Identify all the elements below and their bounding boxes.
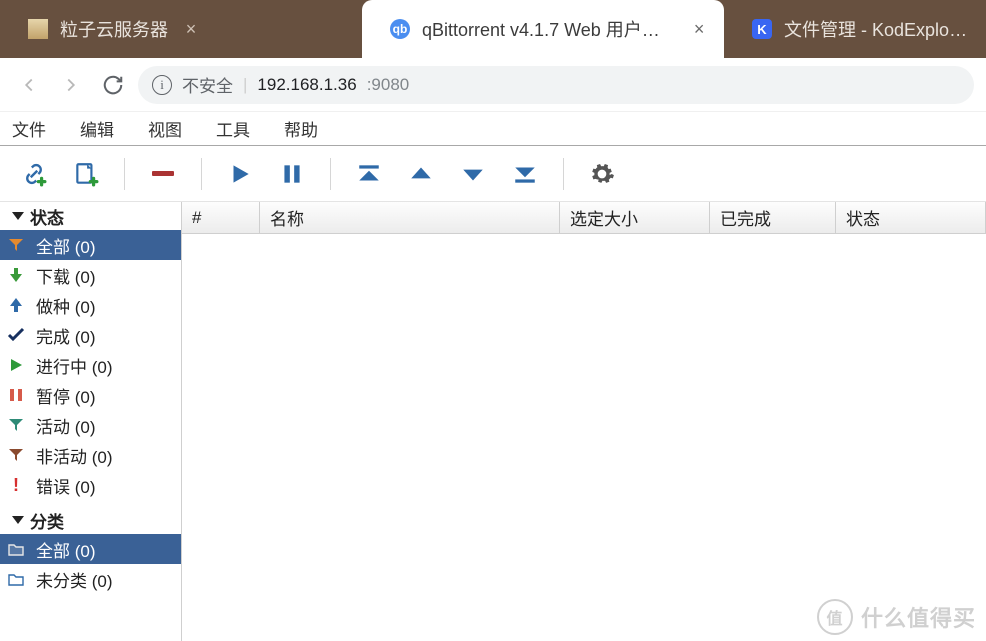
sidebar: 状态 全部 (0) 下载 (0) 做种 (0) 完成 (0) 进行中 (0) [0, 202, 182, 641]
add-torrent-button[interactable] [60, 154, 112, 194]
browser-tab-strip: 粒子云服务器 × qb qBittorrent v4.1.7 Web 用户界面 … [0, 0, 986, 58]
arrow-down-icon [6, 267, 26, 283]
filter-active-running[interactable]: 进行中 (0) [0, 350, 181, 380]
section-label: 分类 [30, 508, 64, 533]
table-body-empty [182, 234, 986, 641]
funnel-icon [6, 447, 26, 463]
browser-tab[interactable]: K 文件管理 - KodExplorer - [724, 0, 986, 58]
sidebar-section-category[interactable]: 分类 [0, 506, 181, 534]
category-uncategorized[interactable]: 未分类 (0) [0, 564, 181, 594]
separator: | [243, 75, 247, 95]
chevron-down-icon [12, 516, 24, 524]
watermark-icon: 值 [817, 599, 853, 635]
reload-button[interactable] [96, 68, 130, 102]
category-all[interactable]: 全部 (0) [0, 534, 181, 564]
torrent-table: # 名称 选定大小 已完成 状态 [182, 202, 986, 641]
filter-paused[interactable]: 暂停 (0) [0, 380, 181, 410]
col-done[interactable]: 已完成 [710, 202, 836, 233]
pause-button[interactable] [266, 154, 318, 194]
toolbar-separator [330, 158, 331, 190]
col-status[interactable]: 状态 [836, 202, 986, 233]
browser-toolbar: i 不安全 | 192.168.1.36 :9080 [0, 58, 986, 112]
book-icon [28, 19, 48, 39]
add-link-button[interactable] [8, 154, 60, 194]
forward-button[interactable] [54, 68, 88, 102]
menu-help[interactable]: 帮助 [284, 116, 318, 141]
qbittorrent-icon: qb [390, 19, 410, 39]
funnel-icon [6, 417, 26, 433]
queue-up-button[interactable] [395, 154, 447, 194]
status-filter-list: 全部 (0) 下载 (0) 做种 (0) 完成 (0) 进行中 (0) 暂停 (… [0, 230, 181, 500]
section-label: 状态 [30, 204, 64, 229]
check-icon [6, 327, 26, 343]
url-port: :9080 [367, 75, 410, 95]
url-host: 192.168.1.36 [257, 75, 356, 95]
category-label: 全部 (0) [36, 537, 96, 562]
toolbar-separator [563, 158, 564, 190]
queue-top-button[interactable] [343, 154, 395, 194]
pause-icon [6, 387, 26, 403]
sidebar-section-status[interactable]: 状态 [0, 202, 181, 230]
play-icon [6, 357, 26, 373]
filter-label: 完成 (0) [36, 323, 96, 348]
filter-label: 暂停 (0) [36, 383, 96, 408]
security-label: 不安全 [182, 72, 233, 97]
filter-label: 做种 (0) [36, 293, 96, 318]
tab-title: 粒子云服务器 [60, 16, 168, 42]
menu-file[interactable]: 文件 [12, 116, 46, 141]
filter-downloading[interactable]: 下载 (0) [0, 260, 181, 290]
filter-completed[interactable]: 完成 (0) [0, 320, 181, 350]
toolbar-separator [201, 158, 202, 190]
filter-label: 非活动 (0) [36, 443, 113, 468]
address-bar[interactable]: i 不安全 | 192.168.1.36 :9080 [138, 66, 974, 104]
folder-icon [6, 572, 26, 586]
menu-tools[interactable]: 工具 [216, 116, 250, 141]
app-menubar: 文件 编辑 视图 工具 帮助 [0, 112, 986, 146]
col-name[interactable]: 名称 [260, 202, 560, 233]
category-label: 未分类 (0) [36, 567, 113, 592]
browser-tab[interactable]: 粒子云服务器 × [0, 0, 362, 58]
folder-icon [6, 542, 26, 556]
watermark-text: 什么值得买 [861, 601, 976, 633]
browser-tab-active[interactable]: qb qBittorrent v4.1.7 Web 用户界面 × [362, 0, 724, 58]
remove-button[interactable] [137, 154, 189, 194]
main-area: 状态 全部 (0) 下载 (0) 做种 (0) 完成 (0) 进行中 (0) [0, 202, 986, 641]
menu-edit[interactable]: 编辑 [80, 116, 114, 141]
filter-label: 下载 (0) [36, 263, 96, 288]
bang-icon: ! [6, 475, 26, 496]
watermark: 值 什么值得买 [817, 599, 976, 635]
close-icon[interactable]: × [688, 19, 710, 40]
back-button[interactable] [12, 68, 46, 102]
filter-label: 活动 (0) [36, 413, 96, 438]
settings-button[interactable] [576, 154, 628, 194]
kodexplorer-icon: K [752, 19, 772, 39]
col-index[interactable]: # [182, 202, 260, 233]
table-header: # 名称 选定大小 已完成 状态 [182, 202, 986, 234]
close-icon[interactable]: × [180, 19, 202, 40]
queue-bottom-button[interactable] [499, 154, 551, 194]
filter-label: 全部 (0) [36, 233, 96, 258]
tab-title: 文件管理 - KodExplorer - [784, 16, 972, 42]
funnel-icon [6, 237, 26, 253]
filter-label: 错误 (0) [36, 473, 96, 498]
play-button[interactable] [214, 154, 266, 194]
app-toolbar [0, 146, 986, 202]
col-size[interactable]: 选定大小 [560, 202, 710, 233]
filter-errored[interactable]: ! 错误 (0) [0, 470, 181, 500]
chevron-down-icon [12, 212, 24, 220]
filter-label: 进行中 (0) [36, 353, 113, 378]
menu-view[interactable]: 视图 [148, 116, 182, 141]
arrow-up-icon [6, 297, 26, 313]
toolbar-separator [124, 158, 125, 190]
tab-title: qBittorrent v4.1.7 Web 用户界面 [422, 16, 676, 42]
queue-down-button[interactable] [447, 154, 499, 194]
filter-inactive[interactable]: 非活动 (0) [0, 440, 181, 470]
filter-seeding[interactable]: 做种 (0) [0, 290, 181, 320]
category-list: 全部 (0) 未分类 (0) [0, 534, 181, 594]
filter-active[interactable]: 活动 (0) [0, 410, 181, 440]
info-icon: i [152, 75, 172, 95]
filter-all[interactable]: 全部 (0) [0, 230, 181, 260]
